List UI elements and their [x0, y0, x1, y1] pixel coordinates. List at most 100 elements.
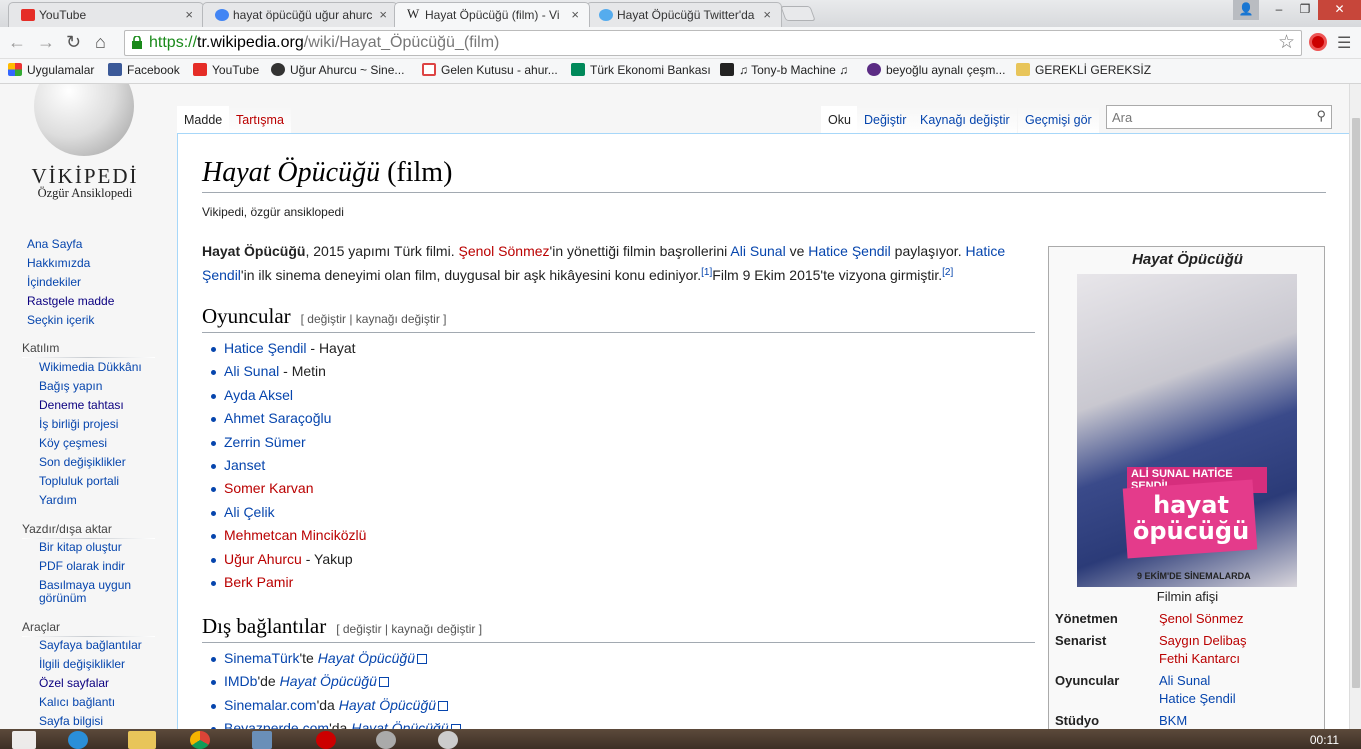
extension-icon[interactable] [1309, 33, 1327, 51]
sidebar-item[interactable]: Bir kitap oluştur [39, 541, 122, 554]
bookmark-gmail[interactable]: Gelen Kutusu - ahur... [422, 63, 558, 77]
bookmark-bank[interactable]: Türk Ekonomi Bankası [571, 63, 711, 77]
site-link[interactable]: Sinemalar.com [224, 697, 317, 713]
tab-edit[interactable]: Değiştir [857, 106, 914, 134]
site-link[interactable]: IMDb [224, 673, 257, 689]
director-link[interactable]: Şenol Sönmez [1159, 611, 1244, 626]
scrollbar[interactable] [1349, 84, 1361, 729]
actor-link[interactable]: Uğur Ahurcu [224, 551, 302, 567]
actor-link[interactable]: Ali Çelik [224, 504, 275, 520]
sidebar-item[interactable]: İş birliği projesi [39, 418, 118, 431]
actor-link[interactable]: Mehmetcan Minciközlü [224, 527, 366, 543]
star-icon[interactable]: ☆ [1278, 31, 1295, 55]
sidebar-contents[interactable]: İçindekiler [27, 275, 81, 289]
actor-link[interactable]: Ayda Aksel [224, 387, 293, 403]
actor-link[interactable]: Hatice Şendil [224, 340, 307, 356]
reference-link[interactable]: [2] [942, 267, 953, 278]
scrollbar-thumb[interactable] [1352, 118, 1360, 688]
sidebar-item[interactable]: Yardım [39, 494, 77, 507]
section-edit-links[interactable]: [ değiştir | kaynağı değiştir ] [301, 312, 447, 326]
app-icon[interactable] [376, 731, 396, 749]
start-icon[interactable] [12, 731, 36, 749]
tab-article[interactable]: Madde [177, 106, 230, 134]
bookmark-facebook[interactable]: Facebook [108, 63, 180, 77]
new-tab-button[interactable] [780, 6, 816, 21]
sidebar-main-page[interactable]: Ana Sayfa [27, 237, 82, 251]
site-link[interactable]: Beyazperde.com [224, 720, 329, 729]
close-tab-icon[interactable]: × [571, 7, 579, 22]
actor-link[interactable]: Hatice Şendil [1159, 691, 1236, 706]
bookmark-tony-b[interactable]: ♫ Tony-b Machine ♫ [720, 63, 848, 77]
sidebar-featured[interactable]: Seçkin içerik [27, 313, 94, 327]
search-input[interactable]: Ara ⚲ [1106, 105, 1332, 129]
close-window-button[interactable]: ✕ [1318, 0, 1361, 20]
tab-read[interactable]: Oku [821, 106, 858, 134]
bookmark-blog[interactable]: Uğur Ahurcu ~ Sine... [271, 63, 404, 77]
maximize-button[interactable]: ❐ [1292, 0, 1318, 20]
reference-link[interactable]: [1] [701, 267, 712, 278]
external-title-link[interactable]: Hayat Öpücüğü [318, 650, 415, 666]
search-icon[interactable]: ⚲ [1316, 108, 1326, 124]
home-icon[interactable]: ⌂ [95, 32, 106, 53]
sidebar-item[interactable]: Deneme tahtası [39, 399, 124, 412]
sidebar-item[interactable]: Bağış yapın [39, 380, 102, 393]
actor-link[interactable]: Ali Sunal [730, 243, 785, 259]
bookmark-beyoglu[interactable]: beyoğlu aynalı çeşm... [867, 63, 1005, 77]
close-tab-icon[interactable]: × [185, 7, 193, 22]
sidebar-item[interactable]: PDF olarak indir [39, 560, 125, 573]
sidebar-item[interactable]: Özel sayfalar [39, 677, 109, 690]
record-icon[interactable] [316, 731, 336, 749]
sidebar-random[interactable]: Rastgele madde [27, 294, 114, 308]
actor-link[interactable]: Zerrin Sümer [224, 434, 306, 450]
bookmark-folder[interactable]: GEREKLİ GEREKSİZ [1016, 63, 1151, 77]
sidebar-item[interactable]: Son değişiklikler [39, 456, 126, 469]
actor-link[interactable]: Ahmet Saraçoğlu [224, 410, 331, 426]
close-tab-icon[interactable]: × [379, 7, 387, 22]
minimize-button[interactable]: ‒ [1266, 0, 1292, 20]
actor-link[interactable]: Berk Pamir [224, 574, 293, 590]
reload-icon[interactable]: ↻ [66, 32, 81, 53]
bookmark-youtube[interactable]: YouTube [193, 63, 259, 77]
actor-link[interactable]: Janset [224, 457, 265, 473]
writer-link[interactable]: Saygın Delibaş [1159, 633, 1246, 648]
sidebar-item[interactable]: Wikimedia Dükkânı [39, 361, 142, 374]
menu-icon[interactable]: ☰ [1337, 33, 1351, 53]
film-icon[interactable] [438, 731, 458, 749]
director-link[interactable]: Şenol Sönmez [458, 243, 549, 259]
writer-link[interactable]: Fethi Kantarcı [1159, 651, 1240, 666]
sidebar-item[interactable]: Köy çeşmesi [39, 437, 107, 450]
sidebar-item[interactable]: Basılmaya uygun görünüm [39, 579, 139, 605]
close-tab-icon[interactable]: × [763, 7, 771, 22]
sidebar-item[interactable]: İlgili değişiklikler [39, 658, 125, 671]
media-icon[interactable] [252, 731, 272, 749]
tab-wikipedia[interactable]: W Hayat Öpücüğü (film) - Vi × [394, 2, 590, 27]
chrome-icon[interactable] [190, 731, 210, 749]
bookmark-apps[interactable]: Uygulamalar [8, 63, 94, 77]
tab-edit-source[interactable]: Kaynağı değiştir [913, 106, 1017, 134]
actor-link[interactable]: Ali Sunal [1159, 673, 1210, 688]
studio-link[interactable]: BKM [1159, 713, 1187, 728]
section-edit-links[interactable]: [ değiştir | kaynağı değiştir ] [336, 622, 482, 636]
back-icon[interactable]: ← [8, 32, 26, 53]
forward-icon[interactable]: → [37, 32, 55, 53]
tab-google-search[interactable]: hayat öpücüğü uğur ahurc × [202, 2, 398, 27]
sidebar-item[interactable]: Kalıcı bağlantı [39, 696, 115, 709]
actor-link[interactable]: Ali Sunal [224, 363, 279, 379]
address-bar[interactable]: https://tr.wikipedia.org/wiki/Hayat_Öpüc… [124, 30, 1302, 56]
external-title-link[interactable]: Hayat Öpücüğü [351, 720, 448, 729]
sidebar-about[interactable]: Hakkımızda [27, 256, 90, 270]
internet-explorer-icon[interactable] [68, 731, 88, 749]
sidebar-item[interactable]: Sayfaya bağlantılar [39, 639, 142, 652]
site-link[interactable]: SinemaTürk [224, 650, 299, 666]
tab-history[interactable]: Geçmişi gör [1018, 106, 1099, 134]
explorer-icon[interactable] [128, 731, 156, 749]
tab-talk[interactable]: Tartışma [229, 106, 291, 134]
external-title-link[interactable]: Hayat Öpücüğü [339, 697, 436, 713]
sidebar-item[interactable]: Sayfa bilgisi [39, 715, 103, 728]
wikipedia-logo[interactable]: VİKİPEDİ Özgür Ansiklopedi [20, 84, 150, 204]
movie-poster[interactable]: ALİ SUNAL HATİCE ŞENDİL hayat öpücüğü 9 … [1077, 274, 1297, 587]
tab-twitter[interactable]: Hayat Öpücüğü Twitter'da × [586, 2, 782, 27]
actor-link[interactable]: Somer Karvan [224, 480, 313, 496]
sidebar-item[interactable]: Topluluk portali [39, 475, 119, 488]
profile-icon[interactable]: 👤 [1233, 0, 1259, 20]
